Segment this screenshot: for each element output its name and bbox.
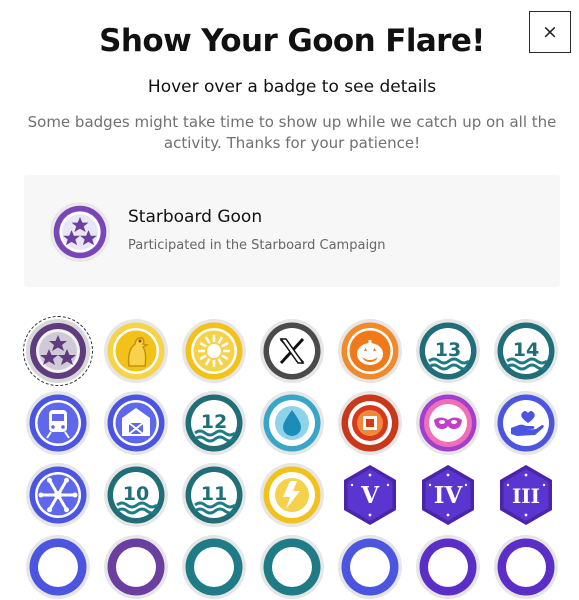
sun-badge-icon: [182, 319, 246, 383]
badge-8[interactable]: [25, 390, 91, 456]
svg-text:III: III: [512, 484, 540, 508]
badge-grid: 13 14 12 10 11 V IV III: [0, 0, 579, 599]
badge-3[interactable]: [181, 318, 247, 384]
badge-7[interactable]: 14: [493, 318, 559, 384]
badge-13[interactable]: [415, 390, 481, 456]
badge-4[interactable]: [259, 318, 325, 384]
roman-v-badge-icon: V: [344, 465, 396, 525]
badge-26[interactable]: [337, 534, 403, 600]
badge-2[interactable]: [103, 318, 169, 384]
badge-5[interactable]: [337, 318, 403, 384]
badge-15[interactable]: [25, 462, 91, 528]
stars-badge-icon: [26, 319, 90, 383]
partial-badge-icon: [104, 535, 168, 599]
pumpkin-badge-icon: [338, 319, 402, 383]
badge-1[interactable]: [23, 316, 93, 386]
thirteen-badge-icon: 13: [416, 319, 480, 383]
svg-text:13: 13: [435, 339, 461, 361]
fourteen-badge-icon: 14: [494, 319, 558, 383]
badge-16[interactable]: 10: [103, 462, 169, 528]
barn-badge-icon: [104, 391, 168, 455]
partial-badge-icon: [182, 535, 246, 599]
target-badge-icon: [338, 391, 402, 455]
svg-text:14: 14: [513, 339, 539, 361]
badge-6[interactable]: 13: [415, 318, 481, 384]
badge-25[interactable]: [259, 534, 325, 600]
badge-27[interactable]: [415, 534, 481, 600]
svg-text:V: V: [360, 482, 380, 509]
badge-28[interactable]: [493, 534, 559, 600]
badge-23[interactable]: [103, 534, 169, 600]
train-badge-icon: [26, 391, 90, 455]
badge-14[interactable]: [493, 390, 559, 456]
water-drop-badge-icon: [260, 391, 324, 455]
badge-10[interactable]: 12: [181, 390, 247, 456]
snowflake-badge-icon: [26, 463, 90, 527]
svg-text:12: 12: [201, 411, 227, 433]
badge-20[interactable]: IV: [415, 462, 481, 528]
partial-badge-icon: [26, 535, 90, 599]
badge-22[interactable]: [25, 534, 91, 600]
goose-badge-icon: [104, 319, 168, 383]
ten-badge-icon: 10: [104, 463, 168, 527]
partial-badge-icon: [416, 535, 480, 599]
svg-text:IV: IV: [434, 482, 464, 509]
twelve-badge-icon: 12: [182, 391, 246, 455]
heart-hand-badge-icon: [494, 391, 558, 455]
mask-badge-icon: [416, 391, 480, 455]
badge-12[interactable]: [337, 390, 403, 456]
lightning-badge-icon: [260, 463, 324, 527]
x-logo-badge-icon: [260, 319, 324, 383]
badge-11[interactable]: [259, 390, 325, 456]
badge-24[interactable]: [181, 534, 247, 600]
badge-9[interactable]: [103, 390, 169, 456]
svg-text:10: 10: [123, 483, 149, 505]
svg-text:11: 11: [201, 483, 227, 505]
badge-19[interactable]: V: [337, 462, 403, 528]
badge-18[interactable]: [259, 462, 325, 528]
partial-badge-icon: [260, 535, 324, 599]
roman-iv-badge-icon: IV: [422, 465, 474, 525]
partial-badge-icon: [338, 535, 402, 599]
eleven-badge-icon: 11: [182, 463, 246, 527]
badge-21[interactable]: III: [493, 462, 559, 528]
partial-badge-icon: [494, 535, 558, 599]
roman-iii-badge-icon: III: [500, 465, 552, 525]
badge-17[interactable]: 11: [181, 462, 247, 528]
